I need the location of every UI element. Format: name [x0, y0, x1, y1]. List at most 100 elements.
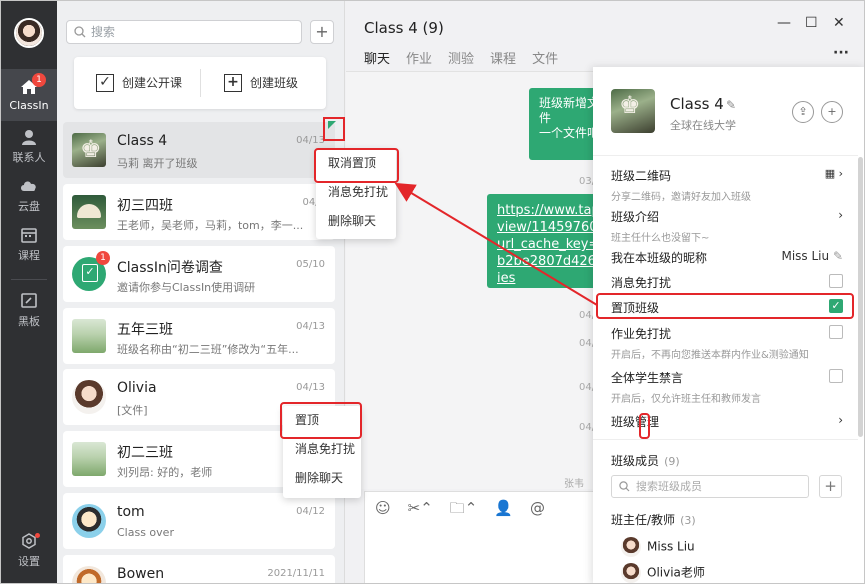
member-name: Olivia老师: [647, 565, 705, 580]
blackboard-icon: [21, 293, 37, 308]
members-header: 班级成员 (9): [611, 450, 843, 469]
folder-icon[interactable]: 🗀⌃: [450, 498, 478, 523]
plus-icon: +: [224, 73, 242, 92]
homework-mute-checkbox[interactable]: [829, 325, 843, 339]
chat-name: 初三四班: [117, 198, 173, 214]
nav-label: ClassIn: [9, 99, 49, 112]
tab-courses[interactable]: 课程: [490, 48, 516, 72]
row-desc: 班主任什么也没留下~: [611, 233, 710, 244]
search-icon: [619, 481, 630, 492]
avatar: [621, 563, 641, 583]
list-item[interactable]: tom Class over 04/12: [63, 493, 335, 549]
members-count: (9): [664, 455, 680, 468]
user-icon[interactable]: 👤: [494, 499, 513, 517]
emoji-icon[interactable]: ☺: [375, 499, 391, 517]
row-class-intro[interactable]: 班级介绍 班主任什么也没留下~ ›: [611, 208, 843, 244]
nav-item-contacts[interactable]: 联系人: [1, 129, 57, 165]
user-avatar[interactable]: [14, 18, 44, 48]
row-mute[interactable]: 消息免打扰: [611, 274, 843, 291]
member-item[interactable]: Olivia老师: [621, 563, 705, 583]
chat-name: tom: [117, 504, 145, 520]
scissors-icon[interactable]: ✂⌃: [408, 499, 433, 517]
nav-item-cloud[interactable]: 云盘: [1, 178, 57, 214]
nickname-value: Miss Liu ✎: [781, 249, 843, 263]
nav-item-blackboard[interactable]: 黑板: [1, 293, 57, 329]
row-label: 班级介绍: [611, 210, 660, 224]
share-icon[interactable]: ⇪: [792, 101, 814, 123]
row-homework-mute[interactable]: 作业免打扰 开启后，不再向您推送本群内作业&测验通知: [611, 325, 843, 361]
tab-homework[interactable]: 作业: [406, 48, 432, 72]
nav-label: 设置: [18, 555, 40, 568]
tab-files[interactable]: 文件: [532, 48, 558, 72]
tab-quiz[interactable]: 测验: [448, 48, 474, 72]
nav-item-settings[interactable]: 设置: [1, 533, 57, 569]
link-bubble[interactable]: https://www.tap view/114597609 url_cache…: [487, 194, 607, 288]
chat-name: Bowen: [117, 566, 165, 582]
list-item[interactable]: 初三四班 王老师，吴老师，马莉，tom，李一... 04/0: [63, 184, 335, 240]
chat-name: 初二三班: [117, 445, 173, 461]
nav-label: 云盘: [18, 200, 40, 213]
member-item[interactable]: Miss Liu: [621, 537, 695, 557]
more-button[interactable]: ···: [833, 45, 849, 61]
maximize-button[interactable]: ☐: [805, 15, 818, 31]
quick-actions: ✓ 创建公开课 + 创建班级: [74, 57, 326, 109]
chat-time: 04/13: [296, 321, 325, 332]
chat-thumbnail: [72, 195, 106, 229]
list-item[interactable]: Class 4 马莉 离开了班级 04/13: [63, 122, 335, 178]
chat-name: ClassIn问卷调查: [117, 260, 223, 276]
checkbox-icon: ✓: [96, 73, 114, 92]
chat-name: 五年三班: [117, 322, 173, 338]
highlight-box: [596, 293, 854, 319]
member-search-input[interactable]: 搜索班级成员: [611, 475, 809, 498]
class-name: Class 4: [670, 95, 724, 113]
row-mute-students[interactable]: 全体学生禁言 开启后，仅允许班主任和教师发言: [611, 369, 843, 405]
contacts-icon: [22, 130, 36, 145]
add-member-button[interactable]: +: [819, 475, 842, 498]
row-qr-code[interactable]: 班级二维码 分享二维码，邀请好友加入班级 ▦ ›: [611, 167, 843, 203]
list-item[interactable]: 1 ClassIn问卷调查 邀请你参与ClassIn使用调研 05/10: [63, 246, 335, 302]
minimize-button[interactable]: —: [777, 15, 791, 31]
row-nickname[interactable]: 我在本班级的昵称 Miss Liu ✎: [611, 249, 843, 266]
add-member-icon[interactable]: +: [821, 101, 843, 123]
nav-label: 联系人: [12, 151, 46, 164]
create-class-button[interactable]: + 创建班级: [224, 57, 298, 109]
list-item[interactable]: 五年三班 班级名称由“初二三班”修改为“五年... 04/13: [63, 308, 335, 364]
member-name: Miss Liu: [647, 539, 695, 554]
mute-students-checkbox[interactable]: [829, 369, 843, 383]
row-label: 全体学生禁言: [611, 371, 684, 385]
add-button[interactable]: +: [310, 20, 334, 44]
menu-item-mute[interactable]: 消息免打扰: [283, 435, 361, 464]
chat-time: 04/12: [296, 506, 325, 517]
teachers-title: 班主任/教师: [611, 513, 676, 527]
search-input[interactable]: 搜索: [66, 20, 302, 44]
mute-checkbox[interactable]: [829, 274, 843, 288]
chat-thumbnail: [72, 133, 106, 167]
search-placeholder: 搜索: [91, 25, 116, 39]
chat-name: Olivia: [117, 380, 157, 396]
close-button[interactable]: ✕: [833, 15, 845, 31]
create-open-class-button[interactable]: ✓ 创建公开课: [96, 57, 182, 109]
menu-item-delete[interactable]: 删除聊天: [316, 207, 396, 236]
chevron-right-icon: ›: [838, 208, 843, 222]
row-label: 消息免打扰: [611, 276, 672, 290]
mention-icon[interactable]: @: [530, 499, 545, 517]
list-item[interactable]: Bowen 2021/11/11: [63, 555, 335, 583]
unread-badge: 1: [32, 73, 46, 87]
edit-icon: ✎: [832, 249, 843, 263]
menu-item-delete[interactable]: 删除聊天: [283, 464, 361, 493]
open-class-label: 创建公开课: [122, 76, 183, 90]
nav-label: 黑板: [18, 315, 40, 328]
message-composer[interactable]: ☺ ✂⌃ 🗀⌃ 👤 @: [364, 491, 594, 583]
nav-item-courses[interactable]: 课程: [1, 227, 57, 263]
edit-icon[interactable]: ✎: [726, 98, 736, 112]
nav-item-classin[interactable]: ClassIn 1: [1, 69, 57, 121]
member-search-placeholder: 搜索班级成员: [636, 480, 702, 493]
chat-preview: Class over: [117, 526, 174, 539]
class-avatar[interactable]: [611, 89, 655, 133]
qr-icon: ▦ ›: [824, 167, 843, 180]
composer-toolbar: ☺ ✂⌃ 🗀⌃ 👤 @: [375, 498, 562, 523]
scrollbar[interactable]: [858, 157, 863, 437]
calendar-icon: [21, 228, 37, 243]
create-class-label: 创建班级: [250, 76, 299, 90]
highlight-box: [639, 413, 650, 439]
